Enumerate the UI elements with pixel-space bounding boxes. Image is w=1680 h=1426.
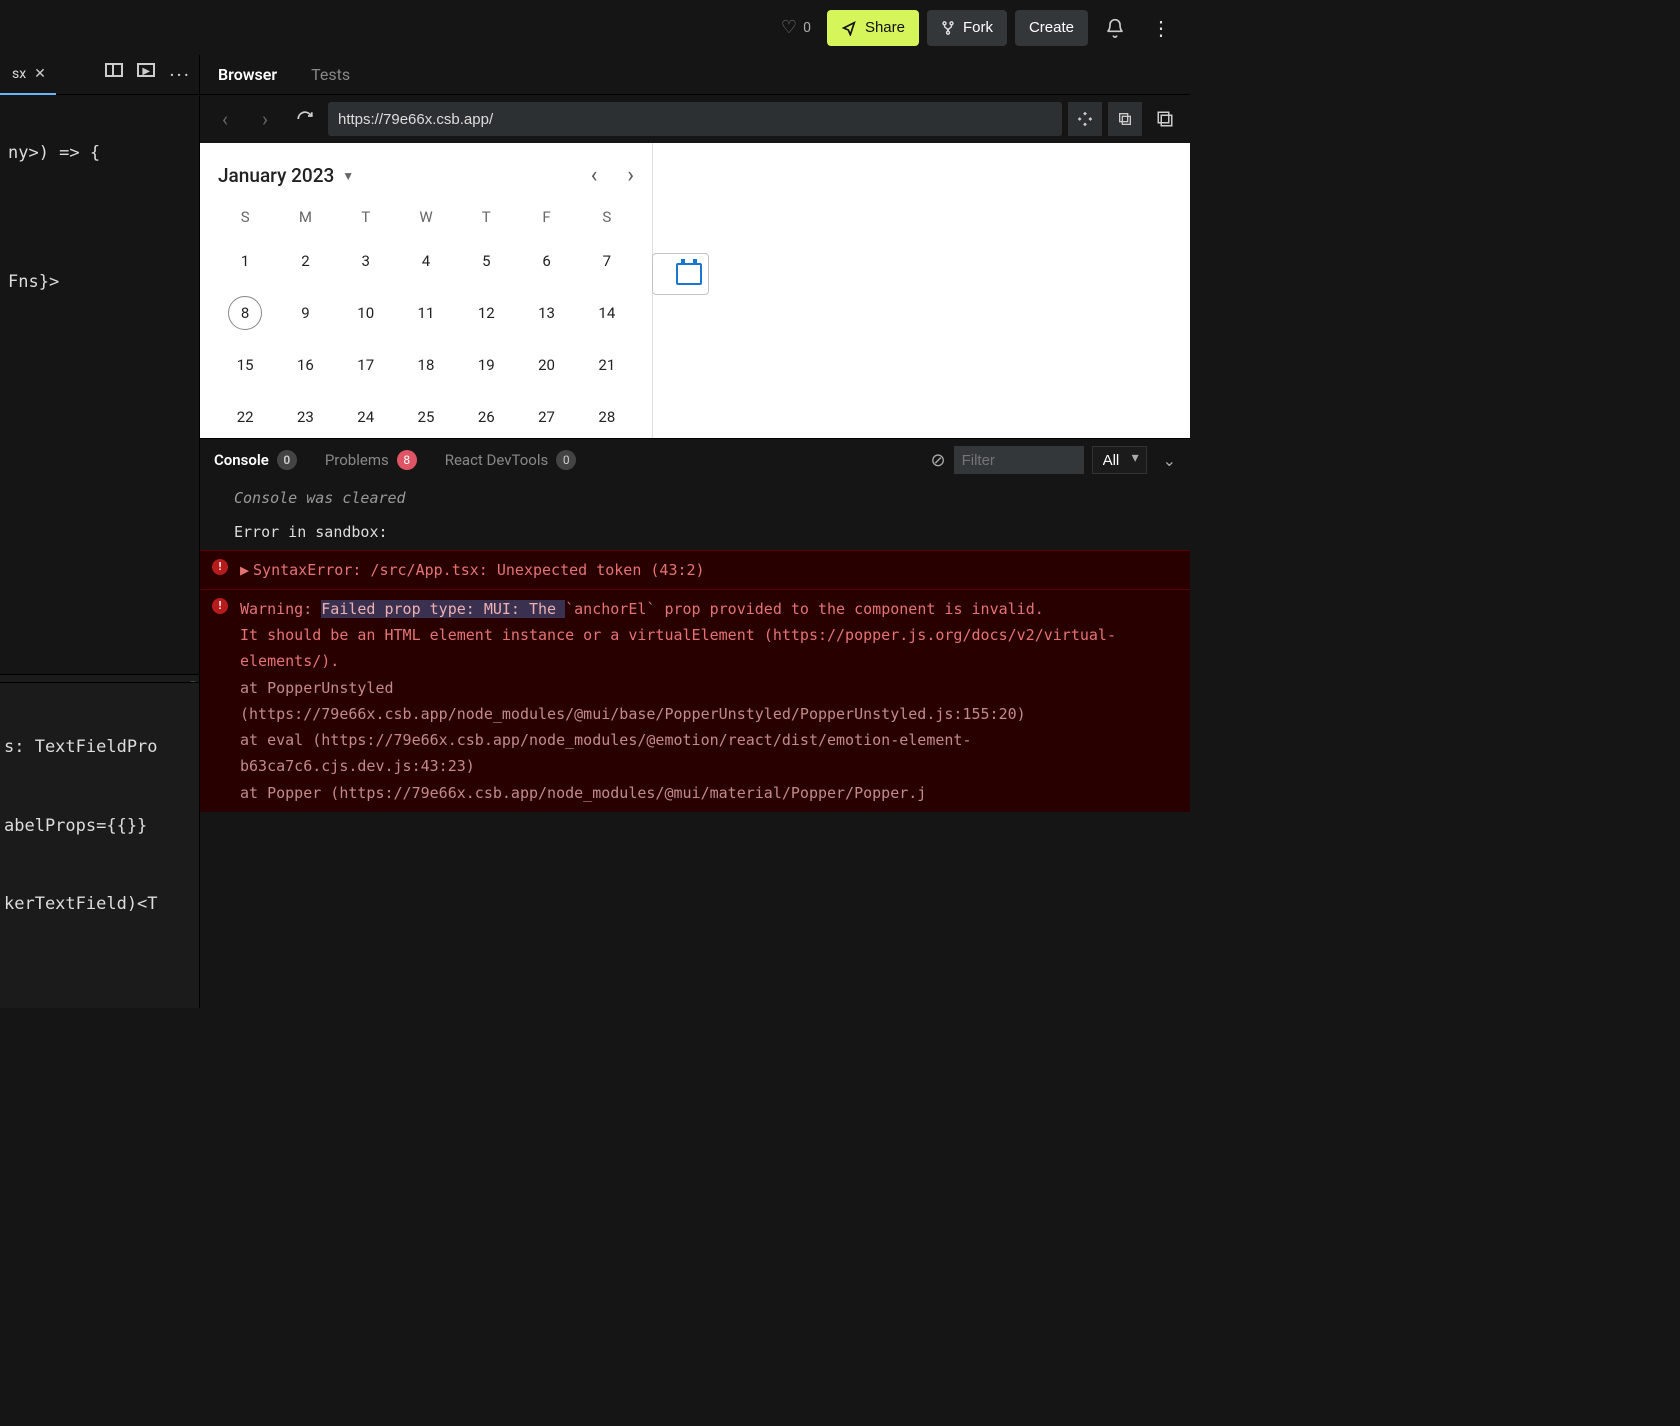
- calendar-day[interactable]: 1: [228, 244, 262, 278]
- editor-tabbar: sx ✕ ▶ ···: [0, 55, 199, 95]
- preview-area: January 2023 ▼ ‹ › S M T W T F S: [200, 143, 1190, 438]
- calendar-day[interactable]: 21: [590, 348, 624, 382]
- tab-browser[interactable]: Browser: [218, 65, 277, 94]
- console-error-header: Error in sandbox:: [200, 515, 1190, 549]
- calendar-day[interactable]: 23: [288, 400, 322, 434]
- problems-count: 8: [397, 450, 417, 470]
- calendar-day[interactable]: 11: [409, 296, 443, 330]
- copy-icon: [1117, 111, 1133, 127]
- calendar-day[interactable]: 13: [530, 296, 564, 330]
- more-menu-button[interactable]: ⋮: [1142, 9, 1180, 47]
- url-bar: ‹ ›: [200, 95, 1190, 143]
- fork-button[interactable]: Fork: [927, 10, 1007, 46]
- calendar-day[interactable]: 6: [530, 244, 564, 278]
- calendar-day[interactable]: 15: [228, 348, 262, 382]
- tab-console[interactable]: Console 0: [214, 450, 297, 470]
- calendar-day[interactable]: 16: [288, 348, 322, 382]
- preview-icon[interactable]: ▶: [137, 63, 155, 77]
- calendar-day[interactable]: 12: [469, 296, 503, 330]
- tab-name: sx: [12, 66, 26, 82]
- like-count: 0: [803, 20, 811, 36]
- console-error-2[interactable]: ! Warning: Failed prop type: MUI: The `a…: [200, 589, 1190, 812]
- kebab-icon: ⋮: [1151, 22, 1171, 34]
- stack-icon: [1156, 110, 1174, 128]
- diamond-icon: [1077, 111, 1093, 127]
- calendar-day[interactable]: 28: [590, 400, 624, 434]
- calendar-day[interactable]: 26: [469, 400, 503, 434]
- editor-tab-active[interactable]: sx ✕: [0, 55, 56, 95]
- calendar-day[interactable]: 17: [349, 348, 383, 382]
- calendar-day[interactable]: 24: [349, 400, 383, 434]
- filter-input[interactable]: [954, 446, 1084, 474]
- open-external-button[interactable]: [1148, 102, 1182, 136]
- calendar-day[interactable]: 4: [409, 244, 443, 278]
- console-body[interactable]: Console was cleared Error in sandbox: ! …: [200, 481, 1190, 1008]
- reload-icon: [296, 110, 314, 128]
- calendar-day[interactable]: 9: [288, 296, 322, 330]
- reload-button[interactable]: [288, 102, 322, 136]
- calendar-day[interactable]: 18: [409, 348, 443, 382]
- preview-tabbar: Browser Tests: [200, 55, 1190, 95]
- new-window-button[interactable]: [1108, 102, 1142, 136]
- console-panel: Console 0 Problems 8 React DevTools 0 ⊘ …: [200, 438, 1190, 1008]
- calendar-day[interactable]: 8: [228, 296, 262, 330]
- more-icon[interactable]: ···: [169, 63, 191, 87]
- datepicker: January 2023 ▼ ‹ › S M T W T F S: [200, 143, 653, 438]
- tab-tests[interactable]: Tests: [311, 65, 350, 94]
- csb-icon-button[interactable]: [1068, 102, 1102, 136]
- editor-code[interactable]: ny>) => { Fns}>: [0, 95, 199, 674]
- devtools-count: 0: [556, 450, 576, 470]
- date-input[interactable]: [652, 253, 709, 295]
- share-button[interactable]: Share: [827, 10, 919, 46]
- bell-icon: [1105, 18, 1125, 38]
- split-editor-icon[interactable]: [105, 63, 123, 77]
- calendar-day[interactable]: 3: [349, 244, 383, 278]
- clear-console-button[interactable]: ⊘: [931, 450, 946, 471]
- calendar-day[interactable]: 14: [590, 296, 624, 330]
- url-input[interactable]: [328, 102, 1062, 136]
- top-toolbar: ♡ 0 Share Fork Create ⋮: [0, 0, 1190, 55]
- console-tabs: Console 0 Problems 8 React DevTools 0 ⊘ …: [200, 439, 1190, 481]
- calendar-day[interactable]: 7: [590, 244, 624, 278]
- editor-diff-view[interactable]: s: TextFieldPro abelProps={{}} kerTextFi…: [0, 682, 199, 1008]
- console-error-1[interactable]: ! ▶SyntaxError: /src/App.tsx: Unexpected…: [200, 550, 1190, 589]
- calendar-day[interactable]: 20: [530, 348, 564, 382]
- editor-panel: sx ✕ ▶ ··· ny>) => { Fns}> ■ s: TextFiel…: [0, 55, 200, 1008]
- share-icon: [841, 20, 857, 36]
- calendar-grid: S M T W T F S 12345678910111213141516171…: [218, 208, 634, 438]
- calendar-day[interactable]: 5: [469, 244, 503, 278]
- prev-month-button[interactable]: ‹: [591, 163, 598, 188]
- create-button[interactable]: Create: [1015, 10, 1088, 46]
- calendar-icon: [676, 263, 702, 285]
- dropdown-icon: ▼: [342, 169, 354, 183]
- close-icon[interactable]: ✕: [34, 66, 46, 82]
- error-icon: !: [212, 559, 228, 575]
- collapse-console-button[interactable]: ⌄: [1163, 451, 1176, 470]
- datepicker-month[interactable]: January 2023 ▼: [218, 164, 354, 187]
- like-group[interactable]: ♡ 0: [781, 17, 811, 38]
- expand-icon[interactable]: ▶: [240, 561, 249, 579]
- calendar-day[interactable]: 2: [288, 244, 322, 278]
- heart-icon: ♡: [781, 17, 797, 38]
- calendar-day[interactable]: 19: [469, 348, 503, 382]
- console-cleared: Console was cleared: [200, 481, 1190, 515]
- notifications-button[interactable]: [1096, 9, 1134, 47]
- back-button[interactable]: ‹: [208, 102, 242, 136]
- tab-problems[interactable]: Problems 8: [325, 450, 417, 470]
- log-level-select[interactable]: All: [1092, 446, 1147, 474]
- console-count: 0: [277, 450, 297, 470]
- tab-react-devtools[interactable]: React DevTools 0: [445, 450, 577, 470]
- calendar-day[interactable]: 25: [409, 400, 443, 434]
- forward-button[interactable]: ›: [248, 102, 282, 136]
- calendar-day[interactable]: 10: [349, 296, 383, 330]
- fork-icon: [941, 20, 955, 36]
- calendar-day[interactable]: 27: [530, 400, 564, 434]
- error-icon: !: [212, 598, 228, 614]
- next-month-button[interactable]: ›: [627, 163, 634, 188]
- calendar-day[interactable]: 22: [228, 400, 262, 434]
